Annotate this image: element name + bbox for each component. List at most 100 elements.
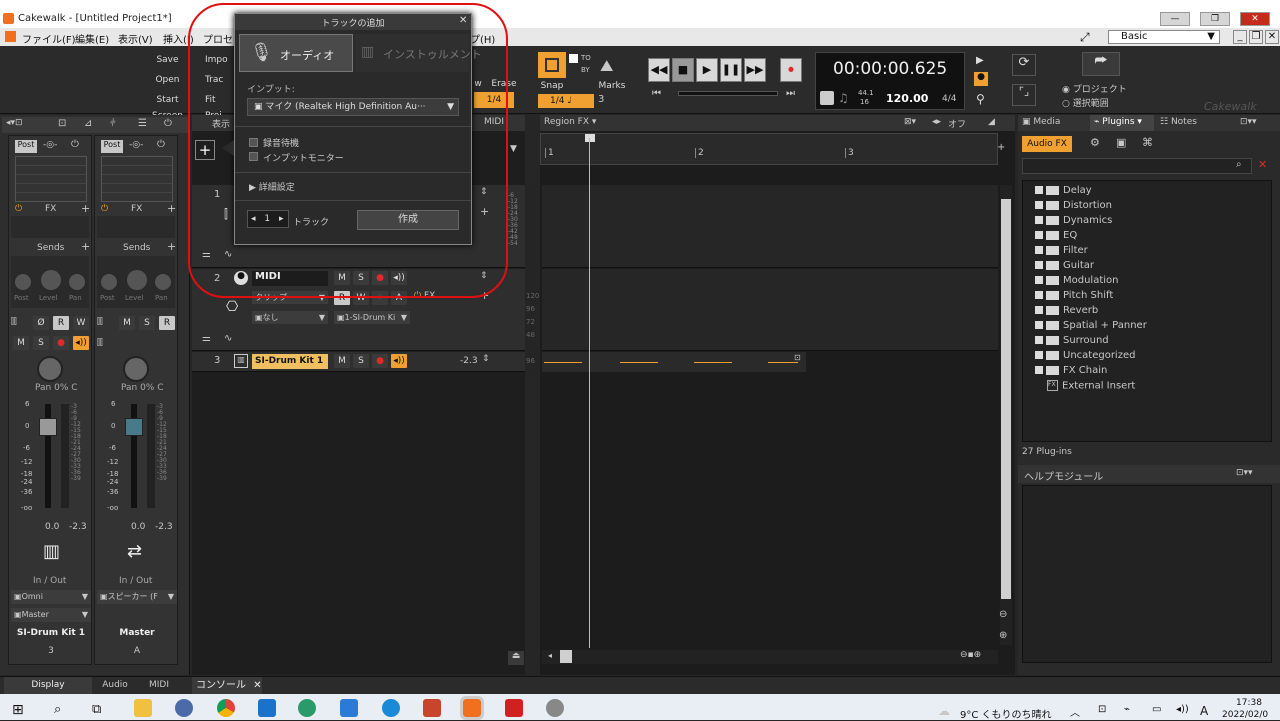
file-explorer-icon[interactable] <box>134 699 152 717</box>
send-level-knob[interactable] <box>15 274 31 290</box>
display-tab[interactable]: Display <box>4 677 92 694</box>
phase-button[interactable]: Ø <box>33 316 49 330</box>
edge-icon[interactable] <box>298 699 316 717</box>
tab-notes[interactable]: ☷ Notes <box>1160 117 1197 127</box>
scroll-left-icon[interactable]: ◂ <box>548 651 552 660</box>
eq-graph[interactable] <box>101 156 173 202</box>
plugin-category-pitch-shift[interactable]: Pitch Shift <box>1035 290 1113 304</box>
console-tab[interactable]: コンソール ✕ <box>192 677 262 694</box>
doc-restore-button[interactable]: ❐ <box>1249 30 1263 44</box>
snap-to-checkbox[interactable] <box>569 54 578 63</box>
powerpoint-icon[interactable] <box>423 699 441 717</box>
horizontal-scrollbar[interactable]: ◂ ⊖▪⊕ <box>542 650 998 664</box>
meter[interactable]: 4/4 <box>942 94 956 104</box>
strip-name[interactable]: SI-Drum Kit 1 <box>9 628 93 638</box>
battery-icon[interactable]: ▭ <box>1152 704 1161 715</box>
input-echo-icon[interactable]: ⫿⫿ <box>97 317 103 327</box>
now-time[interactable]: 00:00:00.625 <box>833 59 947 79</box>
plugin-search-input[interactable] <box>1022 158 1252 174</box>
weather-icon[interactable]: ☁ <box>938 704 950 718</box>
add-fx-icon[interactable]: + <box>81 202 90 215</box>
zoom-out-icon[interactable]: ⊖ <box>999 609 1007 620</box>
instrument-select[interactable]: ▣1-SI-Drum Ki ▼ <box>334 311 410 324</box>
vertical-scrollbar[interactable] <box>1000 185 1012 645</box>
input-echo-icon[interactable]: ⫿⫿ <box>11 317 17 327</box>
windows-start-icon[interactable]: ⊞ <box>12 702 24 718</box>
hscroll-thumb[interactable] <box>560 650 572 663</box>
plugin-category-filter[interactable]: Filter <box>1035 245 1088 259</box>
mute-button[interactable]: M <box>334 354 350 368</box>
snap-toggle[interactable] <box>538 52 566 78</box>
input-monitor-button[interactable]: ◂)) <box>73 336 89 350</box>
post-button[interactable]: Post <box>101 140 123 153</box>
pan-knob-small[interactable] <box>155 274 171 290</box>
plugin-category-distortion[interactable]: Distortion <box>1035 200 1112 214</box>
envelope-icon[interactable]: ⊿ <box>84 118 92 129</box>
mute-button[interactable]: M <box>13 336 29 350</box>
play-arrow-icon[interactable]: ▶ <box>976 55 984 66</box>
add-send-icon[interactable]: + <box>81 240 90 253</box>
stop-button[interactable]: ■ <box>672 58 694 82</box>
tray-chevron-icon[interactable]: ︿ <box>1070 704 1080 719</box>
metronome-off-icon[interactable]: ♫ <box>838 91 849 105</box>
output-select[interactable]: ▣なし ▼ <box>252 311 328 324</box>
mail-icon[interactable] <box>258 699 276 717</box>
cakewalk-taskbar-icon[interactable] <box>460 696 484 720</box>
range-selection-option[interactable]: ○ 選択範囲 <box>1062 96 1109 109</box>
start-screen-button[interactable]: Start Screen <box>140 92 195 121</box>
search-icon[interactable]: ⌕ <box>1236 159 1242 170</box>
clip-menu-icon[interactable]: ⊡ <box>794 353 801 362</box>
chrome-icon[interactable] <box>217 699 235 717</box>
pan-knob[interactable] <box>123 356 149 382</box>
doc-minimize-button[interactable]: _ <box>1233 30 1247 44</box>
zoom-in-icon[interactable]: ⊕ <box>999 630 1007 641</box>
marks-icon[interactable]: ⛰ <box>600 56 613 76</box>
snap-off-label[interactable]: オフ <box>948 117 966 130</box>
grid-icon[interactable]: ⊠▾ <box>904 117 916 127</box>
record-arm-button[interactable]: ● <box>372 354 388 368</box>
plugin-category-guitar[interactable]: Guitar <box>1035 260 1094 274</box>
close-icon[interactable]: ✕ <box>253 680 261 691</box>
metronome-icon[interactable]: ⚲ <box>976 92 985 106</box>
clock-date[interactable]: 2022/02/0 <box>1222 710 1268 720</box>
snap-resolution[interactable]: 1/4 ♩ <box>538 94 594 108</box>
clip-lane-3[interactable]: ⊡ <box>542 352 806 372</box>
send-knob-icon[interactable]: -◎- <box>129 140 143 150</box>
save-button[interactable]: Save <box>140 52 195 68</box>
plugin-external-insert[interactable]: FX External Insert <box>1047 380 1135 394</box>
input-echo-icon[interactable]: ⫿⫿ <box>97 338 103 348</box>
output-select[interactable]: ▣Master ▼ <box>11 608 91 622</box>
zoom-horizontal-icon[interactable]: ⊖▪⊕ <box>960 650 981 660</box>
post-button[interactable]: Post <box>15 140 37 153</box>
fx-bin[interactable] <box>11 216 89 238</box>
pause-button[interactable]: ❚❚ <box>720 58 742 82</box>
minimize-button[interactable]: — <box>1160 12 1190 26</box>
record-button[interactable]: ⏺ <box>780 58 802 82</box>
scroll-thumb[interactable] <box>1001 199 1011 599</box>
automation-icon[interactable]: ∿ <box>224 333 232 344</box>
input-select[interactable]: ▣Omni ▼ <box>11 590 91 604</box>
region-fx-menu[interactable]: Region FX ▾ <box>544 117 596 127</box>
ie-icon[interactable] <box>382 699 400 717</box>
clip-lane-2[interactable] <box>542 269 998 351</box>
inspector-menu-icon[interactable]: ◂▾⊡ <box>6 118 23 128</box>
plugin-category-fx-chain[interactable]: FX Chain <box>1035 365 1107 379</box>
strip-name[interactable]: Master <box>95 628 179 638</box>
weather-text[interactable]: 9°C くもりのち晴れ <box>960 706 1052 721</box>
ime-indicator[interactable]: A <box>1200 704 1208 718</box>
workspace-select[interactable]: Basic ▼ <box>1108 30 1220 44</box>
acrobat-icon[interactable] <box>505 699 523 717</box>
record-arm-button[interactable]: ● <box>53 336 69 350</box>
add-send-icon[interactable]: + <box>167 240 176 253</box>
fx-bin[interactable] <box>97 216 175 238</box>
panel-menu-icon[interactable]: ⊡▾▾ <box>1240 117 1257 127</box>
list-icon[interactable]: ☰ <box>138 118 147 129</box>
output-select[interactable]: ▣スピーカー (F ▼ <box>97 590 177 604</box>
rewind-button[interactable]: ◀◀ <box>648 58 670 82</box>
write-button[interactable]: W <box>73 316 89 330</box>
fx-power-icon[interactable]: ⏻ <box>101 204 108 214</box>
read-button[interactable]: R <box>159 316 175 330</box>
record-mode-icon[interactable]: ● <box>974 72 988 86</box>
plugin-category-eq[interactable]: EQ <box>1035 230 1077 244</box>
plugin-view-icon[interactable]: ▣ <box>1116 136 1126 149</box>
